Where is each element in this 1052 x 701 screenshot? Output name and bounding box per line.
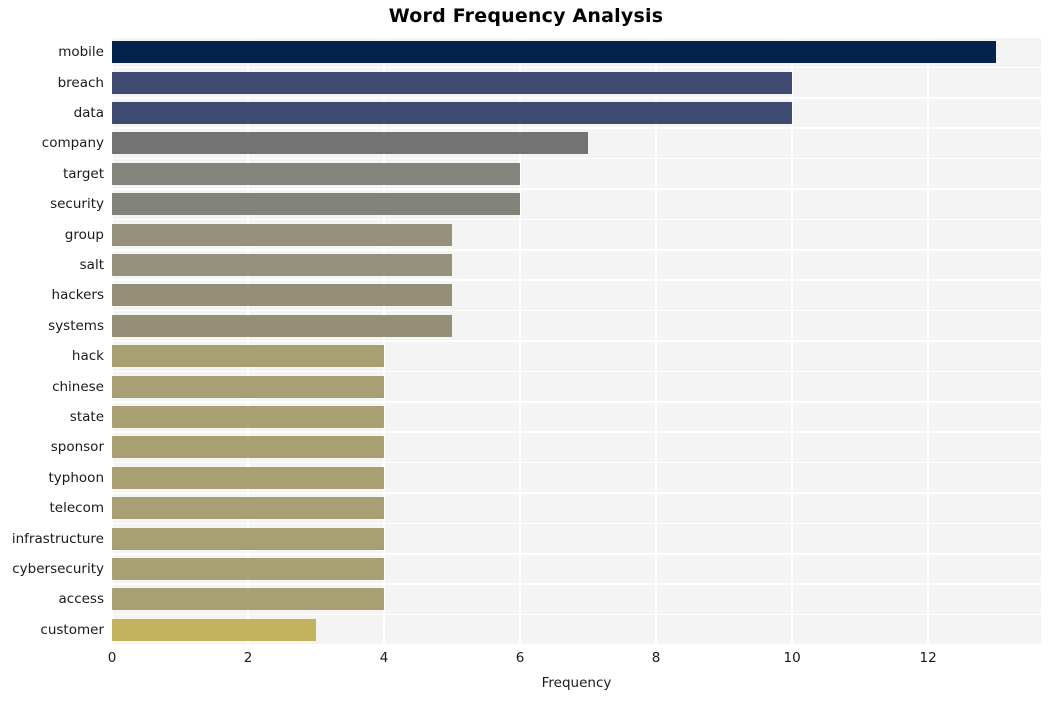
y-tick-label-hack: hack	[71, 348, 104, 365]
gridline-horizontal	[112, 613, 1041, 616]
x-tick-label-4: 4	[379, 650, 389, 666]
bar-company	[112, 132, 589, 155]
y-tick-label-chinese: chinese	[52, 378, 104, 395]
gridline-horizontal	[112, 157, 1041, 160]
y-tick-label-salt: salt	[79, 257, 104, 273]
y-tick-label-group: group	[64, 226, 104, 243]
gridline-horizontal	[112, 218, 1041, 221]
bar-mobile	[112, 41, 997, 64]
gridline-horizontal	[112, 553, 1041, 555]
y-tick-label-security: security	[50, 196, 104, 213]
bar-target	[112, 162, 521, 185]
y-tick-label-systems: systems	[48, 317, 104, 334]
x-axis-title: Frequency	[541, 675, 612, 691]
bar-chinese	[112, 375, 385, 398]
bar-hackers	[112, 284, 453, 307]
y-axis-tick-labels: mobile breach data company target security gro…	[0, 37, 104, 645]
gridline-horizontal	[112, 279, 1041, 281]
y-tick-label-mobile: mobile	[58, 44, 104, 61]
gridline-horizontal	[112, 66, 1041, 69]
chart-title: Word Frequency Analysis	[388, 5, 664, 27]
gridline-horizontal	[112, 127, 1041, 129]
y-tick-label-cybersecurity: cybersecurity	[12, 561, 104, 577]
y-tick-label-telecom: telecom	[49, 500, 105, 517]
gridline-horizontal	[112, 461, 1041, 464]
gridline-horizontal	[112, 188, 1041, 190]
gridline-horizontal	[112, 583, 1041, 585]
gridline-horizontal	[112, 370, 1041, 373]
y-tick-label-company: company	[41, 135, 104, 152]
y-tick-label-sponsor: sponsor	[50, 439, 104, 456]
y-tick-label-access: access	[58, 591, 105, 608]
bar-access	[112, 588, 385, 611]
x-tick-label-6: 6	[515, 650, 525, 666]
x-tick-label-0: 0	[107, 650, 117, 666]
bar-typhoon	[112, 466, 385, 489]
bar-cybersecurity	[112, 558, 385, 580]
bar-hack	[112, 345, 385, 368]
x-tick-label-12: 12	[919, 650, 937, 666]
gridline-horizontal	[112, 97, 1041, 99]
gridline-horizontal	[112, 401, 1041, 403]
y-tick-label-target: target	[62, 165, 104, 182]
gridline-horizontal	[112, 309, 1041, 312]
bar-customer	[112, 618, 317, 641]
gridline-horizontal	[112, 522, 1041, 525]
gridline-horizontal	[112, 340, 1041, 342]
y-tick-label-breach: breach	[57, 74, 104, 91]
y-tick-label-customer: customer	[40, 621, 104, 638]
x-axis-tick-labels: 0 2 4 6 8 10 12	[0, 650, 1052, 670]
bar-infrastructure	[112, 527, 385, 550]
y-tick-label-typhoon: typhoon	[48, 469, 104, 486]
gridline-horizontal	[112, 431, 1041, 433]
bar-group	[112, 223, 453, 246]
word-frequency-bar-chart: Word Frequency Analysis mobile breach data…	[0, 0, 1052, 701]
x-tick-label-10: 10	[783, 650, 801, 666]
y-tick-label-state: state	[69, 409, 104, 425]
bar-salt	[112, 254, 453, 276]
bar-state	[112, 406, 385, 428]
bar-breach	[112, 71, 793, 94]
y-tick-label-infrastructure: infrastructure	[11, 530, 104, 547]
x-tick-label-8: 8	[651, 650, 661, 666]
bar-data	[112, 102, 793, 124]
bar-security	[112, 193, 521, 216]
y-tick-label-data: data	[73, 105, 104, 121]
gridline-horizontal	[112, 37, 1041, 38]
x-tick-label-2: 2	[243, 650, 253, 666]
plot-area	[112, 37, 1041, 645]
y-tick-label-hackers: hackers	[51, 287, 104, 304]
bar-systems	[112, 314, 453, 337]
gridline-horizontal	[112, 249, 1041, 251]
gridline-horizontal	[112, 492, 1041, 494]
bar-telecom	[112, 497, 385, 520]
gridline-horizontal	[112, 644, 1041, 645]
bar-sponsor	[112, 436, 385, 459]
